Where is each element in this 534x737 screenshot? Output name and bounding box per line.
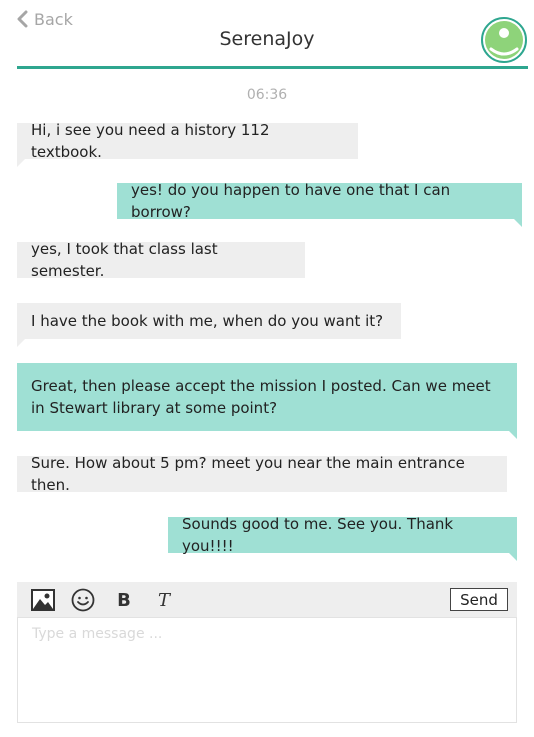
message-text: yes! do you happen to have one that I ca… — [131, 181, 451, 221]
text-style-icon[interactable]: T — [154, 587, 174, 613]
message-text: Sure. How about 5 pm? meet you near the … — [31, 454, 465, 494]
image-icon[interactable] — [30, 587, 56, 613]
avatar[interactable] — [481, 17, 527, 63]
bubble-tail — [514, 219, 522, 227]
message-incoming: yes, I took that class last semester. — [17, 240, 305, 280]
bubble-tail — [17, 339, 25, 347]
header-divider — [17, 66, 528, 69]
composer-toolbar: B T Send — [17, 582, 517, 617]
message-text: Sounds good to me. See you. Thank you!!!… — [182, 515, 454, 555]
message-text: I have the book with me, when do you wan… — [31, 312, 384, 330]
message-incoming: Hi, i see you need a history 112 textboo… — [17, 121, 358, 167]
chat-header: Back SerenaJoy — [0, 0, 534, 72]
message-timestamp: 06:36 — [246, 87, 288, 103]
message-outgoing: Sounds good to me. See you. Thank you!!!… — [168, 515, 517, 561]
back-label: Back — [34, 9, 73, 29]
back-button[interactable]: Back — [16, 8, 73, 30]
chevron-left-icon — [16, 10, 28, 28]
message-text: yes, I took that class last semester. — [31, 240, 218, 280]
message-outgoing: Great, then please accept the mission I … — [17, 363, 517, 439]
message-input[interactable] — [17, 617, 517, 723]
message-incoming: I have the book with me, when do you wan… — [17, 303, 401, 347]
bold-icon[interactable]: B — [114, 587, 134, 613]
bubble-tail — [509, 431, 517, 439]
message-incoming: Sure. How about 5 pm? meet you near the … — [17, 454, 507, 494]
user-icon — [485, 21, 523, 59]
send-button[interactable]: Send — [450, 588, 508, 611]
emoji-icon[interactable] — [70, 587, 96, 613]
bubble-tail — [17, 159, 25, 167]
message-text: Great, then please accept the mission I … — [31, 377, 491, 417]
message-text: Hi, i see you need a history 112 textboo… — [31, 121, 270, 161]
contact-name: SerenaJoy — [219, 28, 315, 50]
message-outgoing: yes! do you happen to have one that I ca… — [117, 181, 522, 227]
bubble-tail — [509, 553, 517, 561]
